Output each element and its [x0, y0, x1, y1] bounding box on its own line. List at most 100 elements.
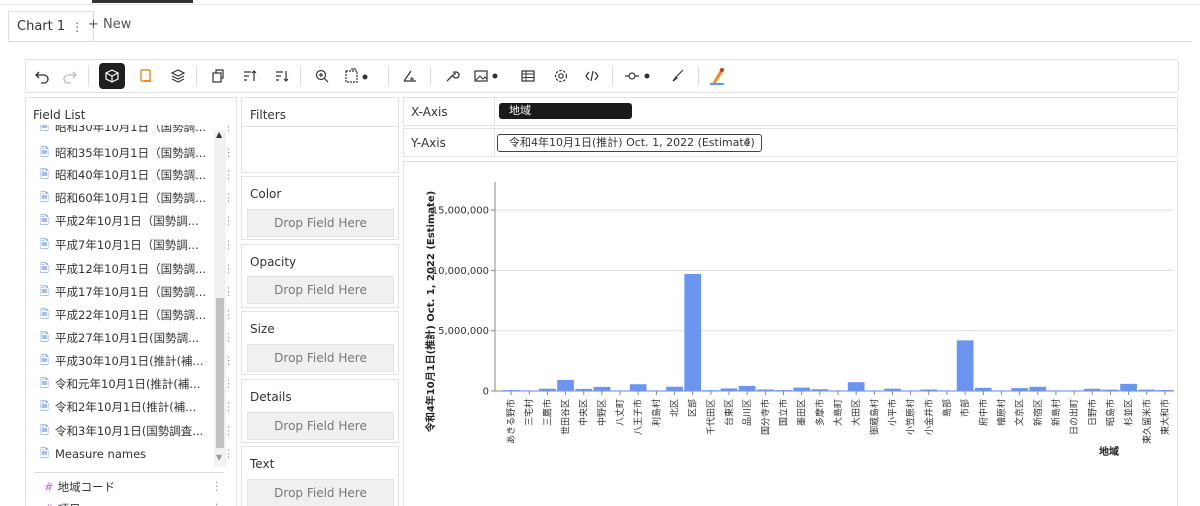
x-tick-label: 御蔵島村	[868, 399, 880, 435]
bar	[1120, 383, 1137, 391]
x-tick-label: 八丈町	[615, 399, 626, 426]
bar	[993, 390, 1010, 391]
field-item[interactable]: 🗎 令和元年10月1日(推計(補... ⋮	[40, 374, 234, 394]
bar	[974, 387, 992, 391]
color-drop-zone[interactable]: Drop Field Here	[247, 209, 394, 237]
toolbar-separator	[430, 66, 431, 86]
field-item[interactable]: 🗎 昭和60年10月1日（国勢調... ⋮	[40, 188, 234, 208]
toolbar-separator	[388, 66, 389, 86]
bar	[557, 379, 574, 391]
field-menu-icon[interactable]: ⋮	[211, 501, 223, 506]
undo-icon[interactable]	[32, 60, 52, 92]
x-tick-label: 昭島市	[1104, 399, 1116, 426]
x-tick-label: 墨田区	[797, 399, 808, 426]
bar-chart[interactable]: 0 5,000,000 10,000,000 15,000,000令和4年10月1日(…	[404, 162, 1177, 506]
x-axis-divider	[494, 98, 495, 125]
settings-icon[interactable]	[551, 60, 571, 92]
x-tick-label: 新宿区	[1032, 399, 1044, 426]
chevron-updown-icon: ⇕	[743, 137, 752, 148]
dimension-field-item[interactable]: # 地域コード ⋮	[44, 479, 223, 495]
field-item[interactable]: 🗎 平成12年10月1日（国勢調... ⋮	[40, 259, 234, 279]
x-tick-label: 三宅村	[523, 399, 535, 426]
x-axis-row: X-Axis 地域	[403, 97, 1178, 126]
code-icon[interactable]	[582, 60, 602, 92]
y-axis-field-value: 令和4年10月1日(推計) Oct. 1, 2022 (Estimate)	[509, 136, 755, 149]
sort-ascending-icon[interactable]	[240, 60, 260, 92]
sort-descending-icon[interactable]	[272, 60, 292, 92]
tab-menu-icon[interactable]: ⋮	[71, 20, 83, 34]
painter-avatar-icon[interactable]	[706, 60, 730, 92]
measure-field-icon: 🗎	[40, 423, 49, 437]
opacity-drop-zone[interactable]: Drop Field Here	[247, 276, 394, 304]
field-list-scroll-thumb[interactable]	[216, 298, 224, 448]
x-tick-label: 大島町	[832, 399, 844, 426]
field-item[interactable]: 🗎 平成30年10月1日(推計(補... ⋮	[40, 351, 234, 371]
bar	[756, 389, 774, 391]
redo-icon[interactable]	[60, 60, 80, 92]
x-axis-title: 地域	[1099, 445, 1119, 458]
tab-bar-divider	[8, 41, 1192, 42]
text-drop-zone[interactable]: Drop Field Here	[247, 479, 394, 506]
field-item[interactable]: 🗎 平成17年10月1日（国勢調... ⋮	[40, 282, 234, 302]
toolbar-separator	[698, 66, 699, 86]
x-tick-label: 八王子市	[632, 399, 644, 435]
measure-field-icon: 🗎	[40, 376, 49, 390]
field-item[interactable]: 🗎 平成7年10月1日（国勢調... ⋮	[40, 235, 234, 255]
field-item[interactable]: 🗎 平成2年10月1日（国勢調... ⋮	[40, 211, 234, 231]
field-item[interactable]: 🗎 平成22年10月1日（国勢調... ⋮	[40, 305, 234, 325]
x-tick-label: 多摩市	[814, 399, 826, 426]
size-drop-zone[interactable]: Drop Field Here	[247, 344, 394, 372]
bar	[648, 390, 665, 391]
measure-field-icon: 🗎	[40, 213, 49, 227]
field-item[interactable]: 🗎 令和3年10月1日(国勢調査... ⋮	[40, 421, 234, 441]
mark-cube-icon[interactable]	[99, 63, 125, 89]
x-axis-label: X-Axis	[411, 105, 448, 119]
image-export-icon[interactable]	[472, 60, 510, 92]
bar	[956, 340, 974, 391]
bar	[1047, 390, 1065, 391]
paint-brush-icon[interactable]	[668, 60, 688, 92]
toolbar-separator	[196, 66, 197, 86]
x-tick-label: 市部	[959, 399, 971, 417]
dimension-field-item[interactable]: #項目⋮	[44, 501, 223, 506]
x-axis-field-pill[interactable]: 地域	[499, 103, 632, 119]
y-axis-row: Y-Axis 令和4年10月1日(推計) Oct. 1, 2022 (Estim…	[403, 128, 1178, 157]
bar	[520, 390, 538, 391]
bar	[902, 390, 920, 391]
field-item[interactable]: 🗎 令和2年10月1日(推計(補... ⋮	[40, 397, 234, 417]
bar	[593, 386, 611, 391]
resize-icon[interactable]	[342, 60, 380, 92]
tab-chart-1[interactable]: Chart 1 ⋮	[8, 11, 95, 41]
field-item[interactable]: 🗎 平成27年10月1日(国勢調... ⋮	[40, 328, 234, 348]
field-item[interactable]: 🗎 Measure names ⋮	[40, 444, 234, 464]
bar	[502, 390, 520, 391]
y-tick-label: 10,000,000	[432, 266, 489, 277]
details-drop-zone[interactable]: Drop Field Here	[247, 412, 394, 440]
field-list-scroll[interactable]: 🗎 昭和30年10月1日（国勢調... ⋮ 🗎 昭和35年10月1日（国勢調... ⋮ …	[26, 125, 236, 472]
table-icon[interactable]	[518, 60, 538, 92]
scroll-up-icon[interactable]: ▲	[216, 130, 222, 139]
layers-icon[interactable]	[168, 60, 188, 92]
transpose-icon[interactable]	[208, 60, 228, 92]
new-chart-button[interactable]: + New	[88, 17, 131, 32]
brush-tool-icon[interactable]	[400, 60, 420, 92]
wrench-icon[interactable]	[442, 60, 462, 92]
x-tick-label: 北区	[670, 399, 681, 417]
field-menu-icon[interactable]: ⋮	[211, 479, 223, 493]
mark-shape-icon[interactable]	[136, 60, 156, 92]
toolbar-separator	[612, 66, 613, 86]
y-axis-divider	[494, 129, 495, 156]
field-item[interactable]: 🗎 昭和35年10月1日（国勢調... ⋮	[40, 143, 234, 163]
x-tick-label: 東大和市	[1159, 399, 1171, 435]
scroll-down-icon[interactable]: ▼	[216, 453, 222, 462]
bar	[1029, 386, 1047, 391]
y-axis-field-select[interactable]: 令和4年10月1日(推計) Oct. 1, 2022 (Estimate) ⇕	[497, 134, 762, 152]
filters-panel: Filters	[241, 97, 399, 173]
field-item[interactable]: 🗎 昭和40年10月1日（国勢調... ⋮	[40, 165, 234, 185]
field-list-divider	[34, 472, 224, 473]
connect-icon[interactable]	[622, 60, 658, 92]
x-tick-label: 中野区	[596, 399, 608, 426]
zoom-icon[interactable]	[312, 60, 332, 92]
x-tick-label: 島部	[941, 399, 953, 417]
field-item[interactable]: 🗎 昭和30年10月1日（国勢調... ⋮	[40, 125, 234, 137]
